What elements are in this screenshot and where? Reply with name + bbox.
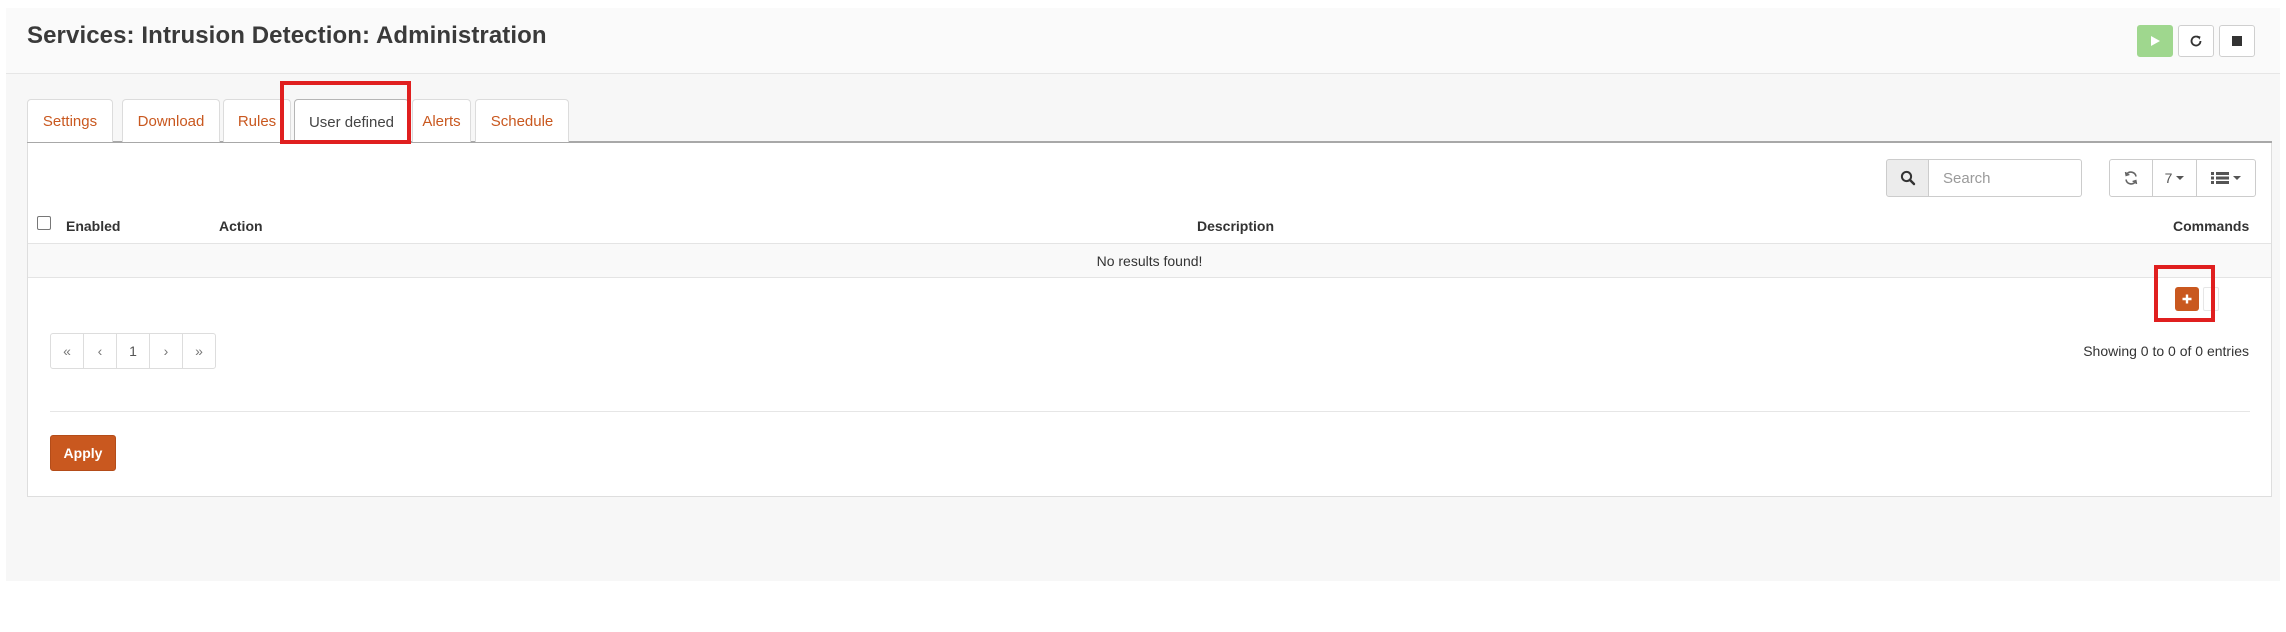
search-input[interactable]	[1929, 159, 2082, 197]
search-icon	[1900, 170, 1915, 186]
empty-message: No results found!	[1096, 252, 1203, 269]
content-area: Settings Download Rules User defined Ale…	[27, 91, 2272, 497]
tab-schedule[interactable]: Schedule	[475, 99, 569, 142]
tab-alerts[interactable]: Alerts	[412, 99, 471, 142]
column-description[interactable]: Description	[1197, 218, 1274, 234]
plus-icon	[2182, 294, 2192, 304]
last-page-button[interactable]: »	[182, 333, 216, 369]
tab-download[interactable]: Download	[122, 99, 220, 142]
page-1-button[interactable]: 1	[116, 333, 150, 369]
columns-dropdown[interactable]	[2196, 159, 2256, 197]
refresh-button[interactable]	[2109, 159, 2153, 197]
tab-rules[interactable]: Rules	[223, 99, 291, 142]
chevron-down-icon	[2176, 176, 2185, 180]
prev-page-button[interactable]: ‹	[83, 333, 117, 369]
stop-icon	[2232, 36, 2242, 46]
tab-settings[interactable]: Settings	[27, 99, 113, 142]
start-service-button[interactable]	[2137, 25, 2173, 57]
pagination: « ‹ 1 › »	[50, 333, 216, 369]
select-all-checkbox[interactable]	[37, 216, 51, 230]
search-group	[1886, 159, 2082, 197]
page-size-dropdown[interactable]: 7	[2152, 159, 2197, 197]
delete-selected-button[interactable]	[2203, 287, 2219, 311]
restart-service-button[interactable]	[2178, 25, 2214, 57]
grid-actions: 7	[2109, 159, 2256, 197]
page-header: Services: Intrusion Detection: Administr…	[6, 8, 2280, 74]
stop-service-button[interactable]	[2219, 25, 2255, 57]
column-commands: Commands	[2173, 218, 2250, 234]
search-addon	[1886, 159, 1929, 197]
empty-grid-row: No results found!	[28, 244, 2271, 278]
play-icon	[2151, 36, 2160, 46]
chevron-down-icon	[2233, 176, 2241, 180]
column-enabled[interactable]: Enabled	[66, 218, 120, 234]
app-container: Services: Intrusion Detection: Administr…	[6, 8, 2280, 581]
tab-bar: Settings Download Rules User defined Ale…	[27, 91, 2272, 144]
restart-icon	[2190, 35, 2202, 47]
refresh-icon	[2124, 171, 2138, 185]
page-title: Services: Intrusion Detection: Administr…	[27, 22, 547, 49]
grid-header: Enabled Action Description Commands	[28, 209, 2271, 244]
column-action[interactable]: Action	[219, 218, 263, 234]
first-page-button[interactable]: «	[50, 333, 84, 369]
page-size-value: 7	[2164, 170, 2173, 186]
divider	[50, 411, 2250, 412]
list-icon	[2211, 172, 2229, 184]
apply-button[interactable]: Apply	[50, 435, 116, 471]
next-page-button[interactable]: ›	[149, 333, 183, 369]
entries-summary: Showing 0 to 0 of 0 entries	[2083, 343, 2249, 359]
user-defined-panel: 7 Enabled A	[27, 143, 2272, 497]
add-rule-button[interactable]	[2175, 287, 2199, 311]
tab-user-defined[interactable]: User defined	[294, 99, 409, 144]
